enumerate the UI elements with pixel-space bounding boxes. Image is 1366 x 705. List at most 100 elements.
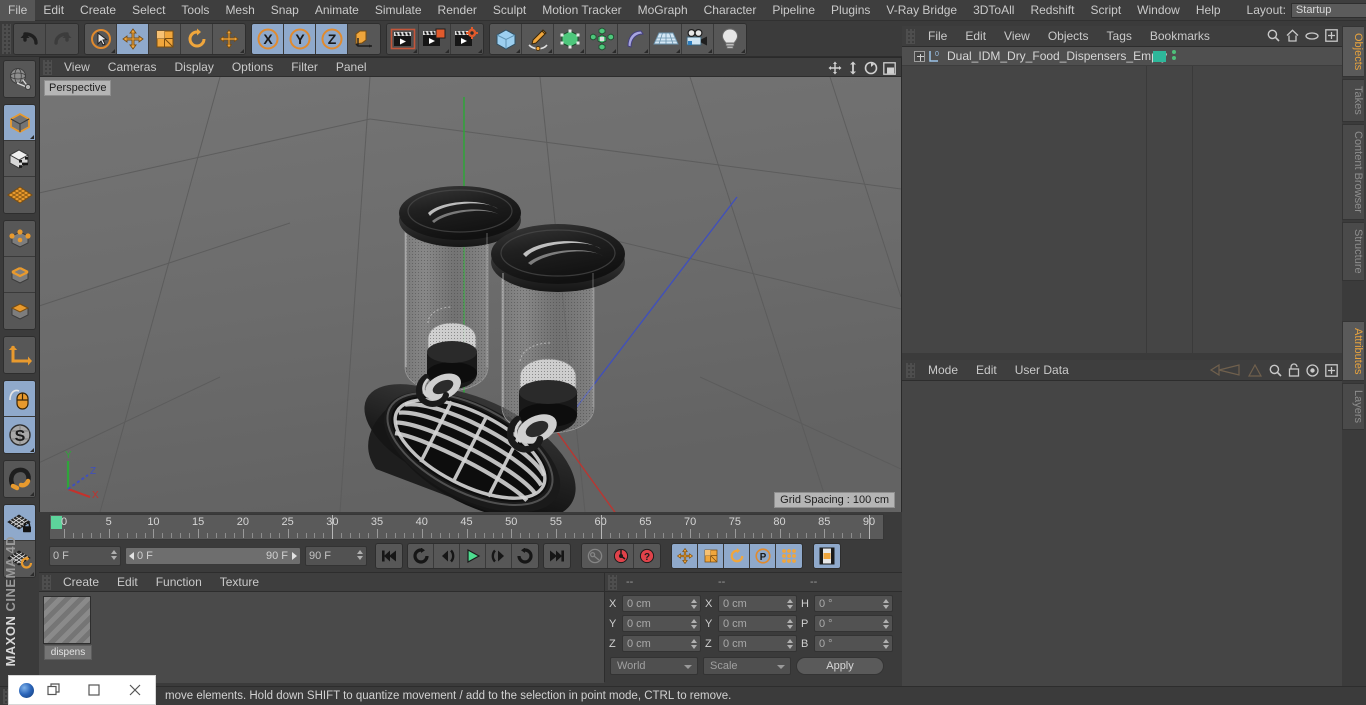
current-frame-field[interactable]: 0 F xyxy=(49,546,121,566)
overlay-window[interactable] xyxy=(8,675,156,705)
rotate-view-icon[interactable] xyxy=(864,61,878,75)
bend-deformer-button[interactable] xyxy=(618,23,650,54)
stepper-icon[interactable] xyxy=(882,599,889,613)
menu-item-mesh[interactable]: Mesh xyxy=(217,0,262,21)
viewport-grip[interactable] xyxy=(43,59,52,75)
texture-mode-button[interactable] xyxy=(4,141,35,177)
stepper-icon[interactable] xyxy=(356,550,363,564)
coordinates-grip[interactable] xyxy=(608,574,617,590)
plus-box-icon[interactable] xyxy=(1325,363,1338,377)
menu-item-snap[interactable]: Snap xyxy=(263,0,307,21)
attribute-menu-mode[interactable]: Mode xyxy=(919,363,967,377)
menu-item-character[interactable]: Character xyxy=(696,0,765,21)
add-cube-button[interactable] xyxy=(490,23,522,54)
tab-content-browser[interactable]: Content Browser xyxy=(1342,124,1364,220)
object-manager-menu-view[interactable]: View xyxy=(995,29,1039,43)
maximize-view-icon[interactable] xyxy=(883,61,896,75)
points-mode-button[interactable] xyxy=(4,221,35,257)
attribute-manager-grip[interactable] xyxy=(906,362,915,378)
rotate-tool-button[interactable] xyxy=(181,23,213,54)
menu-item-script[interactable]: Script xyxy=(1082,0,1129,21)
scale-tool-button[interactable] xyxy=(149,23,181,54)
stepper-icon[interactable] xyxy=(786,599,793,613)
floor-environment-button[interactable] xyxy=(650,23,682,54)
timeline-ruler[interactable]: 051015202530354045505560657075808590 xyxy=(49,514,884,540)
material-menu-texture[interactable]: Texture xyxy=(211,575,268,589)
menu-item-select[interactable]: Select xyxy=(124,0,173,21)
menu-item-file[interactable]: File xyxy=(0,0,36,21)
record-position-button[interactable] xyxy=(672,544,698,568)
stepper-icon[interactable] xyxy=(690,639,697,653)
attribute-menu-edit[interactable]: Edit xyxy=(967,363,1006,377)
stepper-icon[interactable] xyxy=(786,619,793,633)
menu-item-mograph[interactable]: MoGraph xyxy=(630,0,696,21)
world-object-coords-button[interactable] xyxy=(348,23,380,54)
restore-icon[interactable] xyxy=(34,683,74,697)
viewport-canvas[interactable]: Perspective Grid Spacing : 100 cm Y X Z xyxy=(40,77,901,512)
object-manager-menu-bookmarks[interactable]: Bookmarks xyxy=(1141,29,1219,43)
tab-structure[interactable]: Structure xyxy=(1342,221,1364,281)
material-manager-grip[interactable] xyxy=(42,574,51,590)
redo-button[interactable] xyxy=(46,23,78,54)
search-icon[interactable] xyxy=(1269,364,1282,377)
stepper-icon[interactable] xyxy=(882,619,889,633)
back-nav-icon[interactable] xyxy=(1209,364,1241,376)
rotation-field[interactable]: 0 ° xyxy=(814,615,893,632)
light-button[interactable] xyxy=(714,23,746,54)
rotation-field[interactable]: 0 ° xyxy=(814,595,893,612)
go-to-start-button[interactable] xyxy=(376,544,402,568)
default-axis-button[interactable] xyxy=(213,23,245,54)
tab-attributes[interactable]: Attributes xyxy=(1342,320,1364,382)
object-manager-menu-edit[interactable]: Edit xyxy=(956,29,995,43)
edges-mode-button[interactable] xyxy=(4,257,35,293)
menu-item-pipeline[interactable]: Pipeline xyxy=(764,0,823,21)
material-menu-function[interactable]: Function xyxy=(147,575,211,589)
polygons-mode-button[interactable] xyxy=(4,293,35,329)
dolly-icon[interactable] xyxy=(847,61,859,75)
size-field[interactable]: 0 cm xyxy=(718,615,797,632)
transform-mode-combo[interactable]: Scale xyxy=(703,657,791,675)
object-manager-menu-objects[interactable]: Objects xyxy=(1039,29,1098,43)
menu-item-simulate[interactable]: Simulate xyxy=(367,0,430,21)
range-left-arrow-icon[interactable] xyxy=(129,552,134,560)
target-icon[interactable] xyxy=(1306,363,1319,377)
play-backwards-frame-button[interactable] xyxy=(408,544,434,568)
search-icon[interactable] xyxy=(1267,29,1280,42)
menu-item-window[interactable]: Window xyxy=(1129,0,1188,21)
visibility-dots-icon[interactable] xyxy=(1172,50,1176,62)
stepper-icon[interactable] xyxy=(110,550,117,564)
viewport-menu-cameras[interactable]: Cameras xyxy=(99,60,166,74)
toolbar-grip[interactable] xyxy=(2,23,11,54)
lock-y-button[interactable]: Y xyxy=(284,23,316,54)
record-scale-button[interactable] xyxy=(698,544,724,568)
record-pla-button[interactable] xyxy=(776,544,802,568)
camera-button[interactable] xyxy=(682,23,714,54)
stepper-icon[interactable] xyxy=(690,619,697,633)
menu-item-animate[interactable]: Animate xyxy=(307,0,367,21)
stepper-icon[interactable] xyxy=(786,639,793,653)
attribute-menu-user-data[interactable]: User Data xyxy=(1006,363,1078,377)
viewport-menu-filter[interactable]: Filter xyxy=(282,60,327,74)
lock-z-button[interactable]: Z xyxy=(316,23,348,54)
autokeying-button[interactable] xyxy=(582,544,608,568)
model-mode-button[interactable] xyxy=(4,105,35,141)
material-menu-edit[interactable]: Edit xyxy=(108,575,147,589)
move-tool-button[interactable] xyxy=(117,23,149,54)
workplane-button[interactable] xyxy=(4,177,35,213)
menu-item-create[interactable]: Create xyxy=(72,0,124,21)
coordinate-system-combo[interactable]: World xyxy=(610,657,698,675)
go-to-previous-frame-button[interactable] xyxy=(434,544,460,568)
array-button[interactable] xyxy=(586,23,618,54)
soft-selection-button[interactable]: S xyxy=(4,417,35,453)
menu-item-motion-tracker[interactable]: Motion Tracker xyxy=(534,0,629,21)
viewport-menu-view[interactable]: View xyxy=(55,60,99,74)
material-tag-icon[interactable] xyxy=(1153,51,1166,62)
play-button[interactable] xyxy=(460,544,486,568)
menu-item-v-ray-bridge[interactable]: V-Ray Bridge xyxy=(878,0,965,21)
expand-icon[interactable] xyxy=(914,50,925,62)
enable-snap-button[interactable] xyxy=(4,381,35,417)
position-field[interactable]: 0 cm xyxy=(622,595,701,612)
size-field[interactable]: 0 cm xyxy=(718,595,797,612)
menu-item-plugins[interactable]: Plugins xyxy=(823,0,878,21)
position-field[interactable]: 0 cm xyxy=(622,615,701,632)
